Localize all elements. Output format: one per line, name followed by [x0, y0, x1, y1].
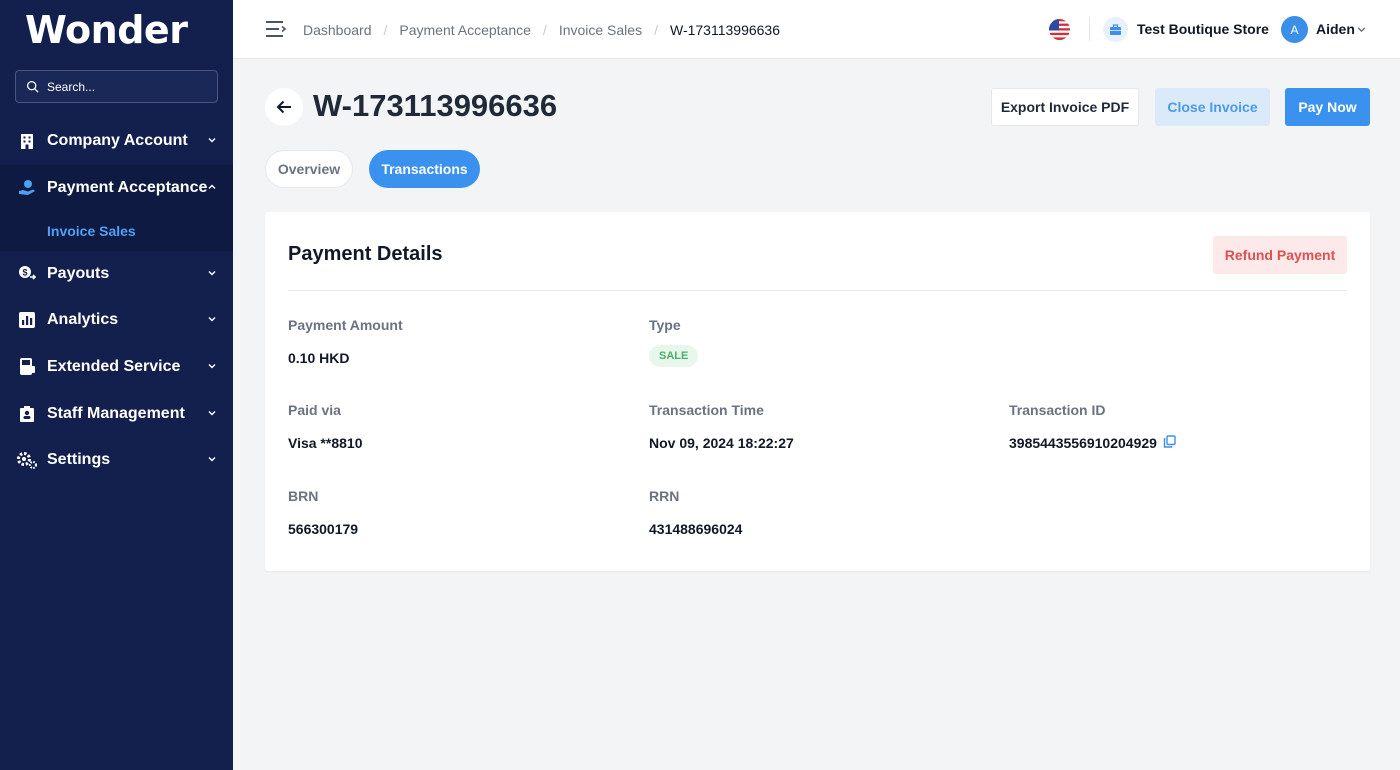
payment-amount-value: 0.10 HKD — [288, 350, 350, 366]
sidebar-item-label: Payment Acceptance — [47, 179, 208, 196]
sidebar-item-label: Payouts — [47, 265, 110, 282]
divider — [288, 290, 1347, 291]
breadcrumb-payment-acceptance[interactable]: Payment Acceptance — [399, 22, 531, 38]
sidebar-item-label: Company Account — [47, 132, 188, 149]
hand-coin-icon — [16, 177, 38, 199]
chevron-down-icon — [208, 317, 216, 322]
payout-icon: $ — [16, 263, 38, 285]
search-input[interactable]: Search... — [15, 70, 218, 103]
divider — [1089, 17, 1090, 41]
sidebar-item-payment-acceptance[interactable]: Payment Acceptance — [0, 165, 233, 211]
sidebar-item-staff-management[interactable]: Staff Management — [0, 391, 233, 437]
chevron-down-icon — [208, 457, 216, 462]
type-label: Type — [649, 317, 681, 333]
chevron-down-icon — [208, 271, 216, 276]
search-placeholder: Search... — [47, 79, 96, 94]
brn-value: 566300179 — [288, 521, 359, 537]
breadcrumb: Dashboard / Payment Acceptance / Invoice… — [303, 0, 780, 59]
sidebar-item-company-account[interactable]: Company Account — [0, 118, 233, 164]
svg-text:$: $ — [22, 268, 27, 278]
transaction-time-value: Nov 09, 2024 18:22:27 — [649, 435, 794, 451]
top-bar: Dashboard / Payment Acceptance / Invoice… — [233, 0, 1400, 59]
breadcrumb-separator: / — [654, 21, 658, 38]
page-title: W-173113996636 — [313, 88, 558, 123]
payment-details-card: Payment Details Refund Payment Payment A… — [265, 212, 1370, 571]
bar-chart-icon — [16, 309, 38, 331]
search-icon — [26, 80, 39, 93]
menu-toggle-icon[interactable] — [265, 19, 287, 39]
store-briefcase-icon — [1103, 17, 1128, 42]
paid-via-value: Visa **8810 — [288, 435, 363, 451]
chevron-down-icon — [208, 138, 216, 143]
tab-overview[interactable]: Overview — [265, 150, 353, 188]
sidebar-item-label: Settings — [47, 451, 111, 468]
close-invoice-button[interactable]: Close Invoice — [1155, 88, 1270, 126]
tab-transactions[interactable]: Transactions — [369, 150, 480, 188]
user-menu[interactable]: Aiden — [1316, 21, 1355, 37]
status-badge: SALE — [649, 345, 699, 367]
sidebar-item-extended-service[interactable]: Extended Service — [0, 344, 233, 390]
staff-icon — [16, 403, 38, 425]
sidebar-subitem-label: Invoice Sales — [47, 223, 136, 239]
breadcrumb-dashboard[interactable]: Dashboard — [303, 22, 372, 38]
sidebar-item-invoice-sales[interactable]: Invoice Sales — [0, 211, 233, 251]
copy-icon[interactable] — [1163, 435, 1176, 448]
transaction-time-label: Transaction Time — [649, 402, 764, 418]
avatar[interactable]: A — [1281, 16, 1308, 43]
sidebar-item-analytics[interactable]: Analytics — [0, 297, 233, 343]
payment-amount-label: Payment Amount — [288, 317, 403, 333]
sidebar-item-settings[interactable]: Settings — [0, 437, 233, 483]
chevron-down-icon[interactable] — [1356, 24, 1367, 35]
arrow-left-icon — [276, 100, 291, 114]
paid-via-label: Paid via — [288, 402, 341, 418]
sidebar-item-label: Staff Management — [47, 405, 185, 422]
sidebar-item-payouts[interactable]: $ Payouts — [0, 251, 233, 297]
sidebar-item-label: Analytics — [47, 311, 119, 328]
transaction-id-label: Transaction ID — [1009, 402, 1106, 418]
us-flag-icon[interactable] — [1049, 19, 1070, 40]
sidebar-item-label: Extended Service — [47, 358, 181, 375]
pos-terminal-icon — [16, 356, 38, 378]
breadcrumb-separator: / — [383, 21, 388, 38]
breadcrumb-current: W-173113996636 — [669, 21, 781, 38]
gears-icon — [16, 449, 38, 471]
breadcrumb-invoice-sales[interactable]: Invoice Sales — [559, 22, 642, 38]
store-switcher[interactable]: Test Boutique Store — [1137, 21, 1269, 37]
card-title: Payment Details — [288, 243, 443, 265]
export-invoice-pdf-button[interactable]: Export Invoice PDF — [991, 88, 1139, 126]
chevron-up-icon — [208, 184, 216, 189]
app-logo: Wonder — [25, 8, 188, 52]
pay-now-button[interactable]: Pay Now — [1285, 88, 1370, 126]
building-icon — [16, 130, 38, 152]
chevron-down-icon — [208, 364, 216, 369]
back-button[interactable] — [265, 88, 303, 126]
rrn-value: 431488696024 — [649, 521, 743, 537]
sidebar: Wonder Search... Company Account Payment… — [0, 0, 233, 770]
refund-payment-button[interactable]: Refund Payment — [1213, 236, 1347, 274]
chevron-down-icon — [208, 411, 216, 416]
transaction-id-value: 3985443556910204929 — [1009, 435, 1157, 451]
rrn-label: RRN — [649, 488, 680, 504]
breadcrumb-separator: / — [542, 21, 547, 38]
brn-label: BRN — [288, 488, 319, 504]
